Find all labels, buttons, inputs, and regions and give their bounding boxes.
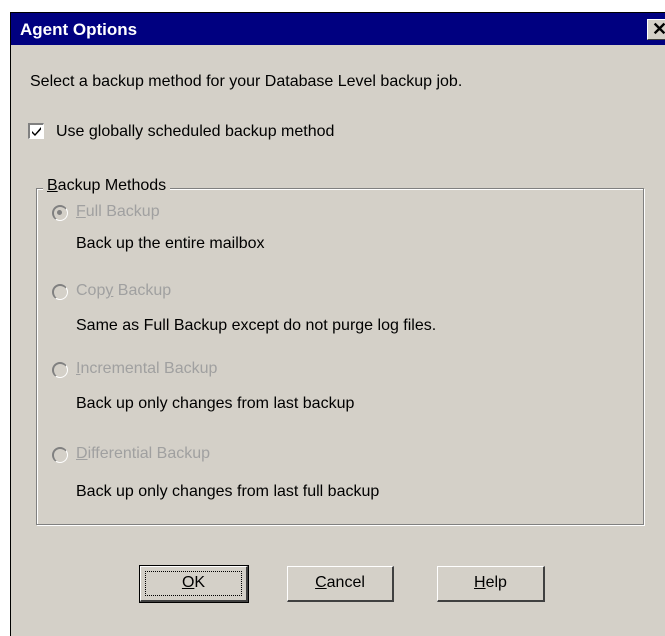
incremental-backup-label[interactable]: Incremental Backup bbox=[76, 360, 217, 378]
differential-backup-description: Back up only changes from last full back… bbox=[76, 483, 380, 500]
use-global-checkbox[interactable] bbox=[28, 123, 44, 139]
radio-selected-dot bbox=[57, 210, 62, 215]
incremental-backup-description: Back up only changes from last backup bbox=[76, 395, 355, 412]
checkmark-icon bbox=[32, 127, 41, 136]
backup-methods-legend: Backup Methods bbox=[43, 177, 171, 195]
differential-backup-accel: D bbox=[76, 445, 88, 462]
incremental-backup-label-rest: ncremental Backup bbox=[80, 360, 218, 377]
copy-backup-description: Same as Full Backup except do not purge … bbox=[76, 317, 437, 334]
copy-backup-label-rest: Backup bbox=[113, 282, 172, 299]
differential-backup-label[interactable]: Differential Backup bbox=[76, 445, 210, 463]
cancel-accel: C bbox=[315, 574, 327, 591]
full-backup-label[interactable]: Full Backup bbox=[76, 203, 160, 221]
instruction-text: Select a backup method for your Database… bbox=[30, 73, 463, 90]
help-label-rest: elp bbox=[485, 574, 507, 591]
full-backup-radio[interactable] bbox=[52, 205, 68, 221]
window-title: Agent Options bbox=[20, 20, 138, 39]
cancel-button[interactable]: Cancel bbox=[287, 566, 394, 602]
differential-backup-label-rest: ifferential Backup bbox=[87, 445, 211, 462]
legend-accel: B bbox=[47, 177, 58, 194]
full-backup-label-rest: ull Backup bbox=[85, 203, 160, 220]
help-button[interactable]: Help bbox=[437, 566, 545, 602]
differential-backup-radio[interactable] bbox=[52, 447, 68, 463]
close-button[interactable]: ✕ bbox=[647, 19, 665, 40]
copy-backup-radio[interactable] bbox=[52, 284, 68, 300]
full-backup-accel: F bbox=[76, 203, 86, 220]
incremental-backup-radio[interactable] bbox=[52, 362, 68, 378]
ok-button[interactable]: OK bbox=[139, 565, 249, 603]
title-bar[interactable]: Agent Options ✕ bbox=[11, 13, 665, 45]
use-global-label[interactable]: Use globally scheduled backup method bbox=[56, 123, 334, 141]
copy-backup-label-pre: Cop bbox=[76, 282, 106, 299]
copy-backup-label[interactable]: Copy Backup bbox=[76, 282, 171, 300]
cancel-label-rest: ancel bbox=[326, 574, 365, 591]
close-icon: ✕ bbox=[652, 19, 665, 39]
full-backup-description: Back up the entire mailbox bbox=[76, 235, 265, 252]
help-accel: H bbox=[474, 574, 486, 591]
focus-rectangle bbox=[145, 571, 242, 596]
